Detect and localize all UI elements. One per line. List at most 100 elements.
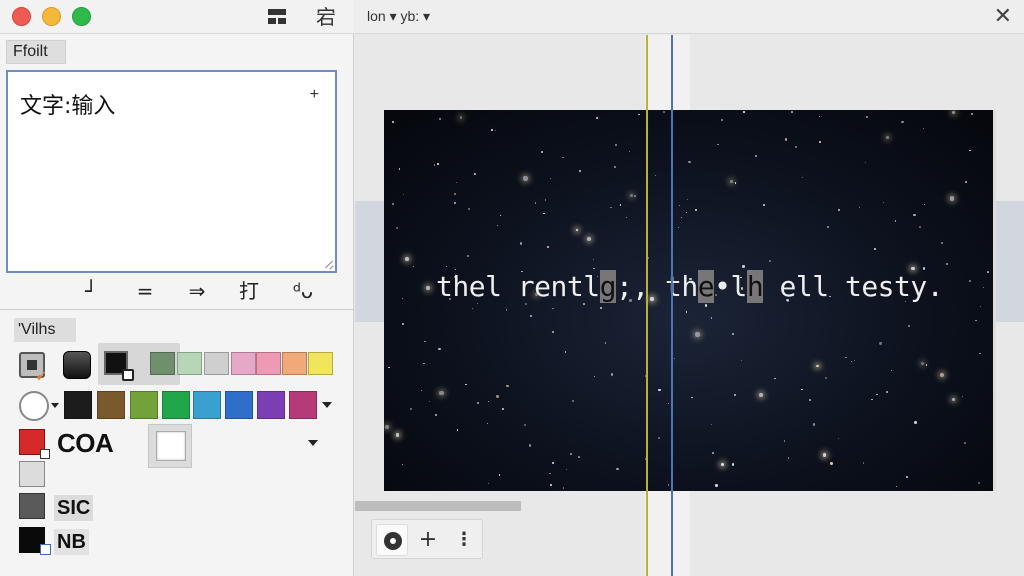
close-icon[interactable]: ✕ <box>994 4 1012 29</box>
star <box>453 193 456 196</box>
swatch[interactable] <box>289 391 317 419</box>
star <box>402 464 404 466</box>
swatch[interactable] <box>130 391 158 419</box>
left-panel: 宕 Ffoilt 文字:输入 + ┘ = ⇒ 打 ᵈᴗ 'Vilhs ➹ COA… <box>0 0 354 576</box>
star <box>634 195 637 198</box>
minimize-window-button[interactable] <box>42 7 61 26</box>
text-input-box[interactable]: 文字:输入 + <box>6 70 337 273</box>
star <box>949 196 954 201</box>
star <box>579 170 581 172</box>
star <box>466 254 469 258</box>
horizontal-scrollbar[interactable] <box>355 501 521 511</box>
star <box>500 215 502 217</box>
close-window-button[interactable] <box>12 7 31 26</box>
star <box>398 168 401 170</box>
swatch[interactable] <box>256 352 281 375</box>
chevron-down-icon[interactable] <box>322 402 332 408</box>
resize-handle-icon[interactable] <box>323 259 333 269</box>
vertical-guide-blue[interactable] <box>671 35 673 576</box>
style-icon[interactable]: 打 <box>234 278 264 304</box>
layer-duplicate-icon[interactable] <box>104 351 134 381</box>
star <box>964 442 966 444</box>
swatch[interactable] <box>257 391 285 419</box>
star <box>625 217 627 219</box>
swatch[interactable] <box>64 391 92 419</box>
star <box>968 279 971 282</box>
star <box>818 116 820 118</box>
text-tool-icon[interactable]: 宕 <box>312 5 340 29</box>
corner-marker-icon <box>40 544 51 555</box>
swatch[interactable] <box>193 391 221 419</box>
star <box>474 173 476 175</box>
star <box>388 366 390 368</box>
overlay-text[interactable]: thel rentlg;, the•lh ell testy. <box>436 270 944 303</box>
format-toolbar: ┘ = ⇒ 打 ᵈᴗ <box>0 278 354 304</box>
star <box>913 213 916 216</box>
vertical-guide-yellow[interactable] <box>646 35 648 576</box>
star <box>951 110 956 115</box>
star <box>969 149 971 152</box>
star <box>456 181 458 184</box>
swatch[interactable] <box>97 391 125 419</box>
add-button[interactable]: + <box>412 524 444 556</box>
swatch[interactable] <box>308 352 333 375</box>
add-icon[interactable]: + <box>310 86 319 104</box>
star <box>610 373 614 376</box>
star <box>980 305 982 307</box>
maximize-window-button[interactable] <box>72 7 91 26</box>
paint-bucket-icon[interactable]: ➹ <box>19 352 48 384</box>
starfield-image[interactable]: thel rentlg;, the•lh ell testy. <box>384 110 996 491</box>
swatch[interactable] <box>231 352 256 375</box>
star <box>619 204 622 206</box>
star <box>534 202 537 204</box>
swatch[interactable] <box>225 391 253 419</box>
align-icon[interactable]: ┘ <box>76 278 106 304</box>
star <box>685 211 687 214</box>
panel-tab[interactable]: Ffoilt <box>6 40 66 64</box>
star <box>423 362 425 364</box>
star <box>668 402 670 405</box>
chevron-down-icon[interactable] <box>308 440 318 446</box>
more-options-icon[interactable]: ⋮ <box>448 524 480 556</box>
star <box>734 182 737 184</box>
star <box>827 225 830 228</box>
swatch[interactable] <box>282 352 307 375</box>
nb-label: NB <box>54 529 89 555</box>
star <box>496 395 499 398</box>
background-color-box[interactable] <box>156 431 186 461</box>
star <box>439 390 444 396</box>
ligature-icon[interactable]: ᵈᴗ <box>288 278 318 304</box>
canvas-area: lon ▾ yb: ▾ ✕ thel rentlg;, the•lh ell t… <box>355 0 1024 576</box>
star <box>505 309 507 311</box>
swatch[interactable] <box>204 352 229 375</box>
star <box>755 155 758 157</box>
equal-icon[interactable]: = <box>130 278 160 304</box>
swap-corner-icon <box>40 449 50 459</box>
star <box>546 245 549 248</box>
canvas-menu[interactable]: lon ▾ yb: ▾ <box>367 8 430 25</box>
rounded-square-icon[interactable] <box>63 351 91 379</box>
swatch[interactable] <box>162 391 190 419</box>
star <box>971 112 974 116</box>
star <box>687 198 689 200</box>
star <box>454 202 457 205</box>
arrow-right-icon[interactable]: ⇒ <box>182 278 212 304</box>
swatch[interactable] <box>150 352 175 375</box>
swatch[interactable] <box>177 352 202 375</box>
star <box>403 194 405 196</box>
sic-color-swatch[interactable] <box>19 493 45 519</box>
color-picker-button[interactable] <box>19 391 49 421</box>
star <box>424 340 426 342</box>
gear-icon[interactable] <box>376 524 408 556</box>
layout-toggle-icon[interactable] <box>265 5 289 29</box>
star <box>914 421 917 424</box>
chevron-down-icon[interactable] <box>51 403 59 408</box>
sic-label: SIC <box>54 495 94 521</box>
star <box>401 323 404 325</box>
star <box>654 175 656 177</box>
star <box>774 377 776 380</box>
empty-color-swatch[interactable] <box>19 461 45 487</box>
star <box>822 453 826 457</box>
star <box>392 121 395 123</box>
star <box>790 111 794 114</box>
